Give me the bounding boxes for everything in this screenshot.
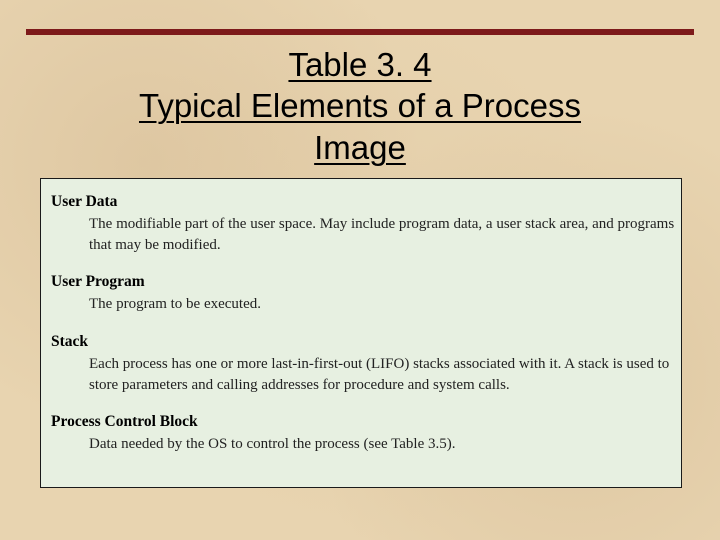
horizontal-rule <box>26 29 694 35</box>
entry-pcb: Process Control Block Data needed by the… <box>51 413 675 455</box>
entry-description: The program to be executed. <box>51 294 675 315</box>
entry-heading: User Program <box>51 273 675 291</box>
entry-stack: Stack Each process has one or more last-… <box>51 333 675 395</box>
title-line-3: Image <box>26 127 694 168</box>
entry-heading: User Data <box>51 193 675 211</box>
entry-heading: Stack <box>51 333 675 351</box>
title-line-1: Table 3. 4 <box>26 44 694 85</box>
slide-title: Table 3. 4 Typical Elements of a Process… <box>26 44 694 168</box>
title-line-2: Typical Elements of a Process <box>26 85 694 126</box>
entry-description: Data needed by the OS to control the pro… <box>51 434 675 455</box>
entry-description: Each process has one or more last-in-fir… <box>51 354 675 395</box>
entry-user-program: User Program The program to be executed. <box>51 273 675 315</box>
entry-description: The modifiable part of the user space. M… <box>51 214 675 255</box>
entry-heading: Process Control Block <box>51 413 675 431</box>
entry-user-data: User Data The modifiable part of the use… <box>51 193 675 255</box>
definitions-table: User Data The modifiable part of the use… <box>40 178 682 488</box>
